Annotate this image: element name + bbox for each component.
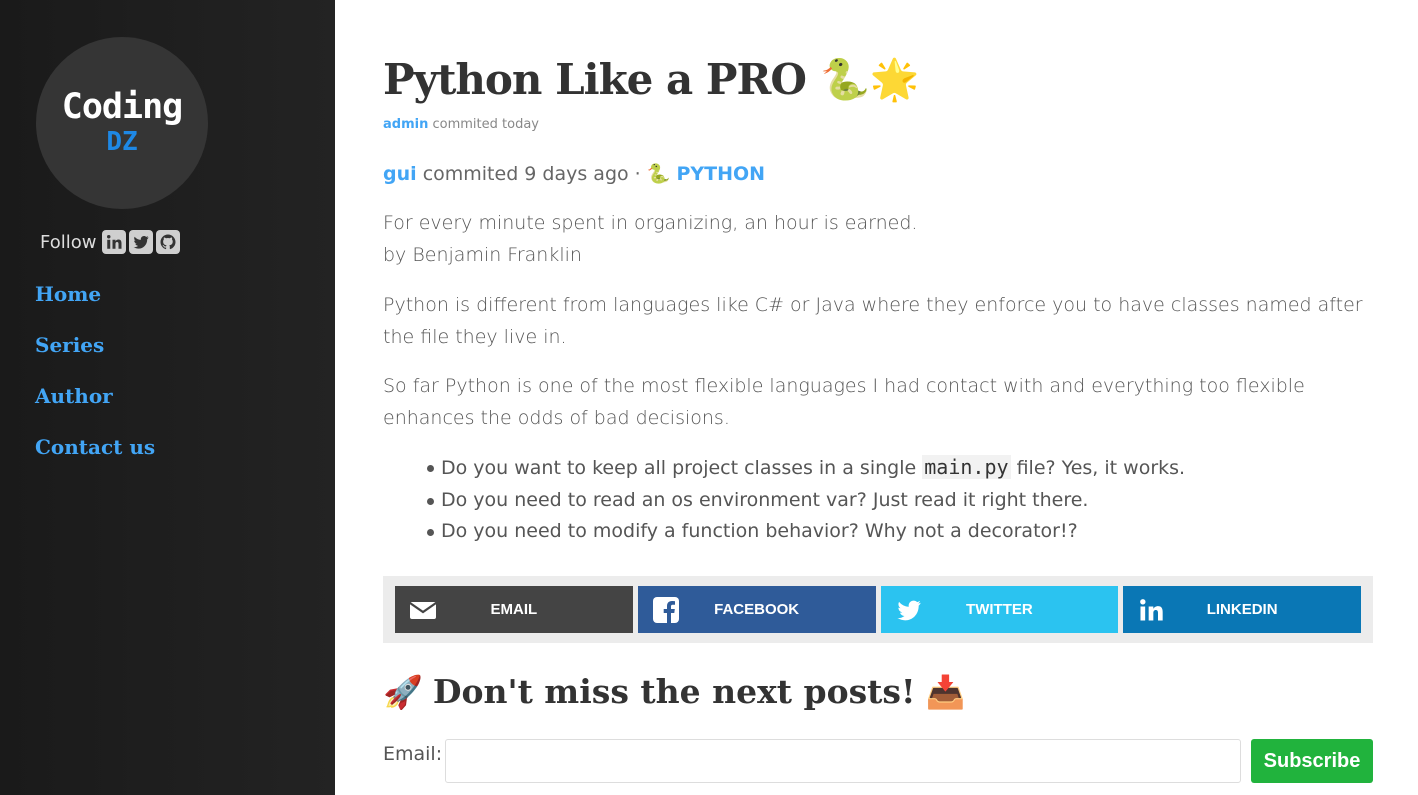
nav-link-contact[interactable]: Contact us (35, 435, 155, 459)
nav-link-author[interactable]: Author (35, 384, 113, 408)
nav-item-contact: Contact us (35, 435, 155, 486)
share-linkedin-label: LINKEDIN (1206, 601, 1278, 618)
post-byline: admin commited today (383, 117, 539, 132)
twitter-icon[interactable] (129, 230, 154, 254)
tag-link-python[interactable]: PYTHON (676, 163, 765, 185)
nav-item-author: Author (35, 384, 155, 435)
share-linkedin-button[interactable]: LINKEDIN (1123, 586, 1361, 633)
envelope-icon (409, 602, 437, 619)
linkedin-icon[interactable] (102, 230, 127, 254)
sidebar-nav: Home Series Author Contact us (35, 282, 155, 486)
post-title-row: Python Like a PRO 🐍🌟 (383, 55, 920, 104)
rocket-icon: 🚀 (383, 672, 423, 711)
inbox-tray-icon: 📥 (925, 672, 966, 711)
facebook-icon (652, 597, 679, 623)
title-emoji: 🐍🌟 (819, 57, 920, 103)
nav-item-home: Home (35, 282, 155, 333)
share-email-label: EMAIL (490, 601, 538, 618)
email-field[interactable] (445, 739, 1241, 783)
follow-label: Follow (40, 231, 97, 253)
byline-date: today (502, 117, 539, 132)
quote-block: For every minute spent in organizing, an… (383, 207, 1373, 271)
share-email-button[interactable]: EMAIL (395, 586, 633, 633)
linkedin-logo-icon (1140, 599, 1163, 621)
list-item: Do you want to keep all project classes … (383, 452, 1185, 485)
post-title: Python Like a PRO (383, 55, 807, 104)
share-twitter-button[interactable]: TWITTER (880, 586, 1119, 633)
tag-emoji: 🐍 (646, 163, 671, 185)
twitter-bird-icon (896, 600, 921, 621)
logo-text-dz: DZ (106, 127, 138, 157)
list-item: Do you need to modify a function behavio… (383, 516, 1185, 548)
quote-text: For every minute spent in organizing, an… (383, 212, 918, 234)
nav-item-series: Series (35, 333, 155, 384)
share-bar: EMAIL FACEBOOK TWITTER LINKEDIN (383, 576, 1373, 643)
bullet-1-text-post: file? Yes, it works. (1010, 457, 1186, 479)
subscribe-title: Don't miss the next posts! (432, 672, 916, 711)
bullet-1-text-pre: Do you want to keep all project classes … (441, 457, 923, 479)
quote-author: by Benjamin Franklin (383, 244, 582, 266)
github-icon[interactable] (156, 230, 181, 254)
list-item: Do you need to read an os environment va… (383, 485, 1185, 517)
nav-link-home[interactable]: Home (35, 282, 101, 306)
post-meta: gui commited 9 days ago · 🐍 PYTHON (383, 162, 765, 185)
logo-text-coding: Coding (61, 87, 183, 127)
site-logo[interactable]: Coding DZ (36, 37, 208, 209)
follow-row: Follow (40, 230, 183, 254)
subscribe-form: Email: Subscribe (383, 739, 1373, 783)
byline-verb: commited (432, 117, 498, 132)
nav-link-series[interactable]: Series (35, 333, 104, 357)
email-label: Email: (383, 743, 443, 765)
subscribe-button[interactable]: Subscribe (1251, 739, 1373, 783)
meta-text: commited 9 days ago · (422, 163, 641, 185)
subscribe-heading: 🚀 Don't miss the next posts! 📥 (383, 672, 965, 711)
share-facebook-button[interactable]: FACEBOOK (637, 586, 876, 633)
meta-user-link[interactable]: gui (383, 163, 417, 185)
sidebar: Coding DZ Follow Home Series Author Cont… (0, 0, 335, 795)
paragraph-1: Python is different from languages like … (383, 294, 1363, 348)
paragraph-2: So far Python is one of the most flexibl… (383, 375, 1305, 429)
bullet-list: Do you want to keep all project classes … (383, 452, 1185, 548)
inline-code: main.py (922, 455, 1011, 479)
share-facebook-label: FACEBOOK (714, 601, 800, 618)
byline-author-link[interactable]: admin (383, 117, 428, 132)
share-twitter-label: TWITTER (966, 601, 1033, 618)
